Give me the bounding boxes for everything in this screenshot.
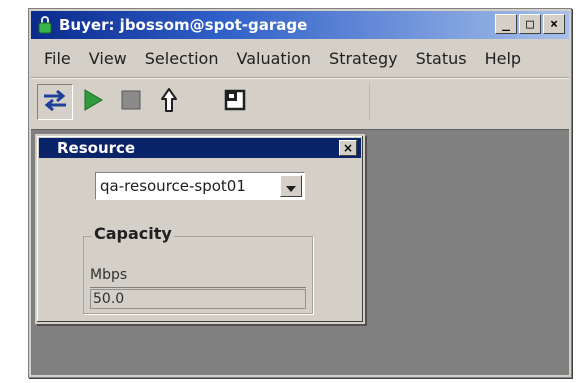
- resource-select[interactable]: qa-resource-spot01: [95, 172, 305, 200]
- bid-arrow-icon: [160, 87, 178, 117]
- exchange-button[interactable]: [37, 84, 73, 120]
- resource-panel: Resource × qa-resource-spot01 Capacity M…: [35, 134, 365, 324]
- title-bar[interactable]: Buyer: jbossom@spot-garage _ □ ×: [31, 11, 569, 39]
- bid-arrow-button[interactable]: [151, 84, 187, 120]
- capacity-group: Capacity Mbps 50.0: [83, 224, 313, 314]
- capacity-group-label: Capacity: [92, 224, 174, 243]
- minimize-button[interactable]: _: [495, 14, 517, 34]
- field-divider: [90, 287, 306, 288]
- resource-panel-title: Resource: [57, 139, 136, 157]
- stop-icon: [119, 88, 143, 116]
- menu-selection[interactable]: Selection: [136, 49, 228, 68]
- menu-file[interactable]: File: [35, 49, 80, 68]
- play-icon: [81, 87, 105, 117]
- stop-button[interactable]: [113, 84, 149, 120]
- chevron-down-icon: [286, 177, 296, 196]
- play-button[interactable]: [75, 84, 111, 120]
- app-icon: [37, 16, 53, 34]
- window-title: Buyer: jbossom@spot-garage: [59, 16, 308, 34]
- exchange-icon: [42, 88, 68, 116]
- resource-panel-close-button[interactable]: ×: [339, 140, 357, 156]
- dropdown-arrow-button[interactable]: [280, 175, 302, 197]
- maximize-button[interactable]: □: [519, 14, 541, 34]
- mbps-field[interactable]: 50.0: [90, 289, 306, 309]
- desktop-area: Resource × qa-resource-spot01 Capacity M…: [31, 129, 569, 375]
- app-window: Buyer: jbossom@spot-garage _ □ × File Vi…: [28, 8, 572, 378]
- menu-strategy[interactable]: Strategy: [320, 49, 407, 68]
- menu-valuation[interactable]: Valuation: [227, 49, 320, 68]
- menu-help[interactable]: Help: [476, 49, 530, 68]
- menu-status[interactable]: Status: [407, 49, 476, 68]
- window-controls: _ □ ×: [495, 14, 565, 34]
- menu-bar: File View Selection Valuation Strategy S…: [31, 43, 569, 73]
- toolbar-spacer: [369, 83, 569, 121]
- resource-select-value: qa-resource-spot01: [100, 177, 246, 195]
- toolbar: [31, 79, 569, 125]
- window-icon: [223, 88, 247, 116]
- mbps-label: Mbps: [90, 267, 128, 283]
- resource-panel-titlebar[interactable]: Resource ×: [39, 138, 361, 158]
- window-button[interactable]: [217, 84, 253, 120]
- menu-view[interactable]: View: [80, 49, 136, 68]
- close-button[interactable]: ×: [543, 14, 565, 34]
